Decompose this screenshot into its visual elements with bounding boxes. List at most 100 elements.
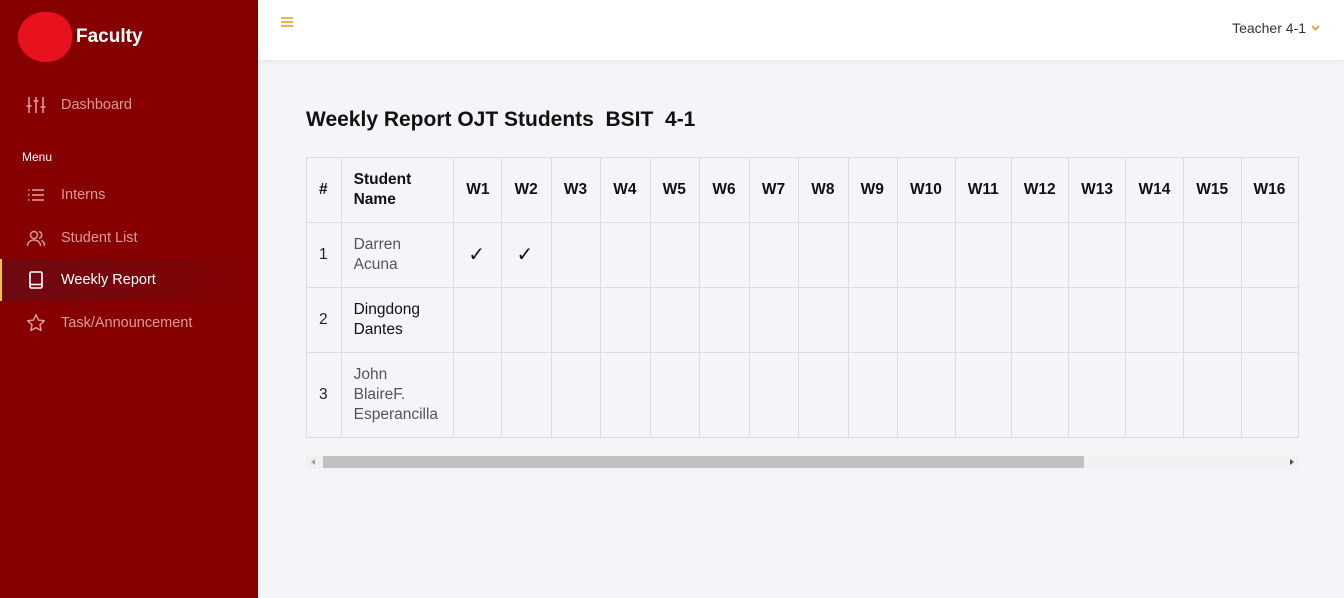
col-header-week: W2 xyxy=(501,157,552,223)
week-cell[interactable] xyxy=(550,287,602,353)
user-name: Teacher 4-1 xyxy=(1232,20,1306,36)
week-cell[interactable] xyxy=(1240,352,1299,438)
week-cell[interactable] xyxy=(453,287,503,353)
col-header-week: W7 xyxy=(748,157,800,223)
sidebar-item-task-announcement[interactable]: Task/Announcement xyxy=(0,302,258,344)
col-header-week: W15 xyxy=(1183,157,1242,223)
horizontal-scrollbar[interactable] xyxy=(306,455,1299,469)
list-icon xyxy=(28,189,44,201)
sidebar-item-interns[interactable]: Interns xyxy=(0,174,258,216)
chevron-down-icon xyxy=(1311,25,1320,31)
week-cell[interactable] xyxy=(847,287,898,353)
book-icon xyxy=(29,271,43,289)
week-cell[interactable] xyxy=(1010,352,1070,438)
weekly-report-table-container: # Student Name W1 W2 W3 W4 W5 W6 W7 W8 W… xyxy=(306,157,1299,439)
sidebar-item-label: Task/Announcement xyxy=(61,315,193,331)
week-cell[interactable]: ✓ xyxy=(501,222,552,288)
sidebar-item-student-list[interactable]: Student List xyxy=(0,217,258,259)
student-name: John BlaireF. Esperancilla xyxy=(340,352,455,438)
week-cell[interactable]: ✓ xyxy=(453,222,503,288)
week-cell[interactable] xyxy=(798,352,849,438)
week-cell[interactable] xyxy=(550,222,602,288)
sidebar: Faculty Dashboard Menu Interns Student L… xyxy=(0,0,258,598)
week-cell[interactable] xyxy=(748,222,800,288)
row-number: 1 xyxy=(306,222,342,288)
hamburger-menu-icon[interactable] xyxy=(280,15,294,29)
col-header-week: W16 xyxy=(1240,157,1299,223)
scroll-left-arrow-icon[interactable] xyxy=(311,459,315,465)
week-cell[interactable] xyxy=(847,222,898,288)
week-cell[interactable] xyxy=(699,287,750,353)
week-cell[interactable] xyxy=(1068,287,1127,353)
week-cell[interactable] xyxy=(699,352,750,438)
week-cell[interactable] xyxy=(501,287,552,353)
weekly-report-table: # Student Name W1 W2 W3 W4 W5 W6 W7 W8 W… xyxy=(306,157,1299,438)
sidebar-item-weekly-report[interactable]: Weekly Report xyxy=(0,259,258,301)
week-cell[interactable] xyxy=(453,352,503,438)
week-cell[interactable] xyxy=(501,352,552,438)
table-header-row: # Student Name W1 W2 W3 W4 W5 W6 W7 W8 W… xyxy=(306,157,1299,223)
week-cell[interactable] xyxy=(847,352,898,438)
student-name: Darren Acuna xyxy=(340,222,455,288)
week-cell[interactable] xyxy=(1068,222,1127,288)
week-cell[interactable] xyxy=(798,287,849,353)
col-header-week: W9 xyxy=(847,157,898,223)
topbar: Teacher 4-1 xyxy=(258,0,1344,60)
week-cell[interactable] xyxy=(748,287,800,353)
sliders-icon xyxy=(26,97,46,113)
col-header-week: W14 xyxy=(1125,157,1185,223)
page-title: Weekly Report OJT Students BSIT 4-1 xyxy=(306,108,696,131)
brand-name: Faculty xyxy=(76,26,143,47)
sidebar-item-label: Dashboard xyxy=(61,97,132,113)
week-cell[interactable] xyxy=(600,287,651,353)
col-header-week: W4 xyxy=(600,157,651,223)
table-row: 2 Dingdong Dantes xyxy=(306,287,1299,353)
brand[interactable]: Faculty xyxy=(18,12,143,62)
col-header-student-name: Student Name xyxy=(340,157,455,223)
scroll-right-arrow-icon[interactable] xyxy=(1290,459,1294,465)
week-cell[interactable] xyxy=(699,222,750,288)
week-cell[interactable] xyxy=(954,222,1012,288)
week-cell[interactable] xyxy=(600,352,651,438)
col-header-week: W6 xyxy=(699,157,750,223)
week-cell[interactable] xyxy=(1240,287,1299,353)
col-header-week: W5 xyxy=(649,157,701,223)
week-cell[interactable] xyxy=(649,287,701,353)
week-cell[interactable] xyxy=(954,287,1012,353)
week-cell[interactable] xyxy=(649,222,701,288)
col-header-week: W13 xyxy=(1068,157,1127,223)
week-cell[interactable] xyxy=(798,222,849,288)
table-row: 1 Darren Acuna ✓ ✓ xyxy=(306,222,1299,288)
week-cell[interactable] xyxy=(1183,287,1242,353)
week-cell[interactable] xyxy=(1068,352,1127,438)
week-cell[interactable] xyxy=(550,352,602,438)
col-header-week: W3 xyxy=(550,157,602,223)
col-header-week: W12 xyxy=(1010,157,1070,223)
sidebar-item-dashboard[interactable]: Dashboard xyxy=(0,84,258,126)
week-cell[interactable] xyxy=(1183,352,1242,438)
star-icon xyxy=(26,314,46,332)
col-header-week: W1 xyxy=(453,157,503,223)
scrollbar-thumb[interactable] xyxy=(323,456,1084,468)
col-header-week: W8 xyxy=(798,157,849,223)
week-cell[interactable] xyxy=(896,222,956,288)
week-cell[interactable] xyxy=(649,352,701,438)
logo xyxy=(18,12,72,62)
week-cell[interactable] xyxy=(1125,352,1185,438)
row-number: 2 xyxy=(306,287,342,353)
week-cell[interactable] xyxy=(896,352,956,438)
sidebar-item-label: Interns xyxy=(61,187,106,203)
sidebar-item-label: Weekly Report xyxy=(61,272,156,288)
week-cell[interactable] xyxy=(954,352,1012,438)
user-menu[interactable]: Teacher 4-1 xyxy=(1232,20,1320,36)
col-header-week: W11 xyxy=(954,157,1012,223)
week-cell[interactable] xyxy=(600,222,651,288)
week-cell[interactable] xyxy=(1240,222,1299,288)
week-cell[interactable] xyxy=(1010,287,1070,353)
week-cell[interactable] xyxy=(1125,287,1185,353)
week-cell[interactable] xyxy=(1010,222,1070,288)
week-cell[interactable] xyxy=(748,352,800,438)
week-cell[interactable] xyxy=(1125,222,1185,288)
week-cell[interactable] xyxy=(1183,222,1242,288)
week-cell[interactable] xyxy=(896,287,956,353)
